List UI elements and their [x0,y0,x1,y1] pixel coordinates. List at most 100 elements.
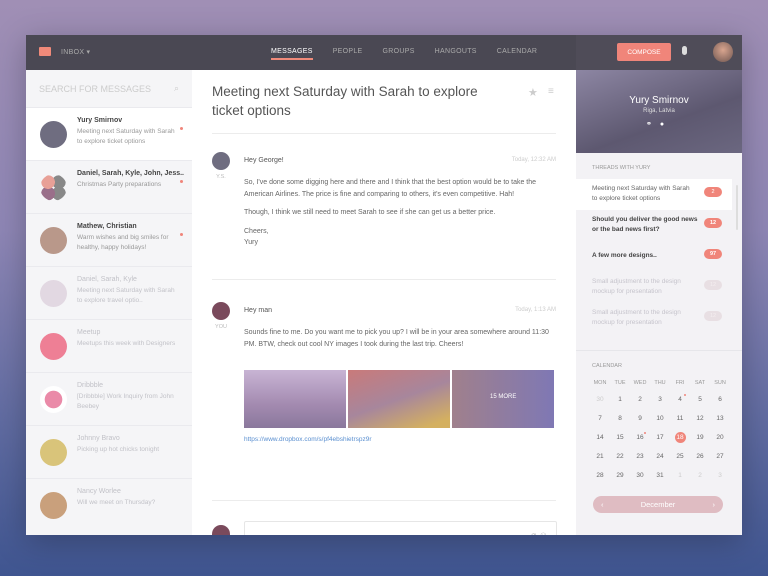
list-item[interactable]: Johnny Bravo Picking up hot chicks tonigh… [26,425,192,478]
calendar-day[interactable]: 30 [630,466,650,485]
compose-button[interactable]: COMPOSE [617,43,671,61]
meetup-logo [40,333,67,360]
calendar-day[interactable]: 21 [590,447,610,466]
calendar-day[interactable]: 23 [630,447,650,466]
calendar-day[interactable]: 10 [650,409,670,428]
calendar-day[interactable]: 1 [670,466,690,485]
divider [212,279,556,280]
thread-view: Meeting next Saturday with Sarah to expl… [192,70,576,535]
thread-item[interactable]: Small adjustment to the design mockup fo… [576,303,742,334]
calendar-day[interactable]: 14 [590,428,610,447]
inbox-dropdown[interactable]: INBOX ▾ [61,48,90,56]
day-number: 27 [716,453,724,460]
emoji-icon[interactable]: ☺ [539,530,548,535]
thread-item[interactable]: Should you deliver the good news or the … [576,210,742,241]
calendar-day[interactable]: 5 [690,390,710,409]
next-month-icon[interactable]: › [713,496,716,513]
sender-name: Nancy Worlee [77,488,121,495]
calendar-day[interactable]: 20 [710,428,730,447]
list-item[interactable]: Mathew, Christian Warm wishes and big smi… [26,213,192,266]
star-icon[interactable]: ★ [528,86,538,99]
calendar-day[interactable]: 30 [590,390,610,409]
calendar-day[interactable]: 29 [610,466,630,485]
calendar-day[interactable]: 26 [690,447,710,466]
thread-title: A few more designs.. [592,252,657,259]
dropbox-link[interactable]: https://www.dropbox.com/s/pf4ebshietrspz… [244,436,372,443]
calendar-day[interactable]: 16 [630,428,650,447]
calendar-day[interactable]: 9 [630,409,650,428]
list-item[interactable]: Meetup Meetups this week with Designers [26,319,192,372]
tab-people[interactable]: PEOPLE [333,48,363,60]
paragraph: Sounds fine to me. Do you want me to pic… [244,329,549,348]
list-item[interactable]: Dribbble [Dribbble] Work Inquiry from Joh… [26,372,192,425]
attachment-icon[interactable]: ⌀ [531,530,536,535]
list-item[interactable]: Nancy Worlee Will we meet on Thursday? [26,478,192,531]
thread-item[interactable]: Meeting next Saturday with Sarah to expl… [576,179,732,210]
message-preview: Meeting next Saturday with Sarah to expl… [77,287,175,304]
attachment-image[interactable] [348,370,450,428]
list-item[interactable]: Yury Smirnov Meeting next Saturday with S… [26,107,192,160]
message-preview: Meeting next Saturday with Sarah to expl… [77,128,175,145]
unread-dot [180,180,183,183]
paragraph: Though, I think we still need to meet Sa… [244,209,496,216]
calendar-day[interactable]: 18 [670,428,690,447]
calendar-day[interactable]: 22 [610,447,630,466]
link-icon[interactable]: ⚭ [646,121,660,128]
calendar-widget: CALENDAR MON TUE WED THU FRI SAT SUN 30 1 2 3 4 5 6 7 8… [576,350,742,535]
month-selector: ‹ December › [593,496,723,513]
calendar-day[interactable]: 1 [610,390,630,409]
user-avatar[interactable] [713,42,733,62]
profile-name: Yury Smirnov [629,95,689,106]
calendar-day[interactable]: 3 [710,466,730,485]
calendar-day[interactable]: 12 [690,409,710,428]
divider [212,133,556,134]
tab-calendar[interactable]: CALENDAR [497,48,538,60]
prev-month-icon[interactable]: ‹ [601,496,604,513]
search-bar[interactable]: SEARCH FOR MESSAGES ⌕ [26,70,192,107]
tab-groups[interactable]: GROUPS [383,48,415,60]
sender-name: Johnny Bravo [77,435,120,442]
calendar-day[interactable]: 11 [670,409,690,428]
calendar-day[interactable]: 27 [710,447,730,466]
calendar-day[interactable]: 19 [690,428,710,447]
calendar-day[interactable]: 25 [670,447,690,466]
calendar-day[interactable]: 17 [650,428,670,447]
threads-scrollbar[interactable] [736,185,738,230]
menu-icon[interactable]: ≡ [548,86,554,97]
calendar-day[interactable]: 2 [630,390,650,409]
day-number: 25 [676,453,684,460]
thread-item[interactable]: Small adjustment to the design mockup fo… [576,272,742,303]
calendar-day[interactable]: 28 [590,466,610,485]
day-number: 15 [616,434,624,441]
more-images-tile[interactable]: 15 MORE [452,370,554,428]
calendar-day[interactable]: 13 [710,409,730,428]
calendar-day[interactable]: 2 [690,466,710,485]
list-item[interactable]: Daniel, Sarah, Kyle Meeting next Saturday… [26,266,192,319]
conversation-list: SEARCH FOR MESSAGES ⌕ Yury Smirnov Meeting… [26,70,192,535]
profile-location: Riga, Latvia [643,108,675,114]
list-item[interactable]: Daniel, Sarah, Kyle, John, Jess.. Christm… [26,160,192,213]
calendar-day[interactable]: 15 [610,428,630,447]
calendar-day[interactable]: 4 [670,390,690,409]
calendar-day[interactable]: 8 [610,409,630,428]
search-icon[interactable]: ⌕ [174,83,179,94]
search-input[interactable]: SEARCH FOR MESSAGES [39,84,151,94]
attachment-image[interactable] [244,370,346,428]
tab-hangouts[interactable]: HANGOUTS [435,48,477,60]
tab-messages[interactable]: MESSAGES [271,48,313,60]
microphone-icon[interactable] [682,46,687,55]
calendar-day[interactable]: 31 [650,466,670,485]
message-time: Today, 1:13 AM [515,307,556,313]
calendar-day[interactable]: 24 [650,447,670,466]
thread-item[interactable]: A few more designs.. 97 [576,241,742,272]
calendar-day[interactable]: 6 [710,390,730,409]
calendar-day[interactable]: 7 [590,409,610,428]
profile-header: Yury Smirnov Riga, Latvia ⚭● [576,70,742,153]
day-number: 2 [698,472,702,479]
weekday-header: FRI [675,380,685,386]
day-number: 9 [638,415,642,422]
chat-icon[interactable]: ● [660,121,672,128]
calendar-day[interactable]: 3 [650,390,670,409]
day-number: 14 [596,434,604,441]
reply-input[interactable]: ⌀ ☺ [244,521,557,535]
